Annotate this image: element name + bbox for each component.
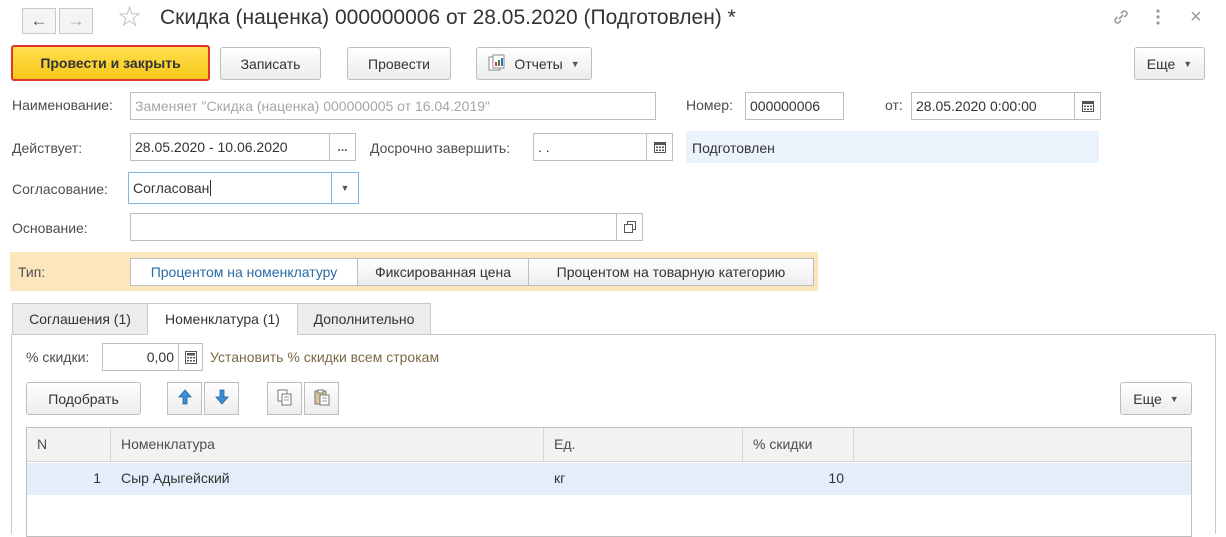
set-discount-all-link[interactable]: Установить % скидки всем строкам	[210, 349, 439, 365]
pick-button[interactable]: Подобрать	[26, 382, 141, 415]
name-label: Наименование:	[12, 97, 113, 113]
post-button[interactable]: Провести	[347, 47, 451, 80]
number-label: Номер:	[686, 97, 733, 113]
more-label: Еще	[1146, 55, 1176, 72]
approval-label: Согласование:	[12, 181, 108, 197]
column-header-unit[interactable]: Ед.	[544, 428, 743, 462]
move-down-button[interactable]	[204, 382, 239, 415]
paste-icon	[314, 389, 330, 409]
calculator-icon[interactable]	[179, 343, 203, 371]
chevron-down-icon: ▼	[1183, 58, 1193, 69]
valid-period-field[interactable]: 28.05.2020 - 10.06.2020	[130, 133, 330, 161]
link-icon[interactable]	[1112, 8, 1130, 31]
basis-field[interactable]	[130, 213, 617, 241]
chevron-down-icon: ▼	[570, 58, 580, 69]
more-vertical-icon[interactable]	[1155, 8, 1161, 31]
forward-button[interactable]: →	[59, 8, 93, 34]
type-option-percent-category[interactable]: Процентом на товарную категорию	[529, 258, 814, 286]
copy-icon	[277, 389, 293, 409]
column-header-n[interactable]: N	[27, 428, 111, 462]
calendar-icon[interactable]	[647, 133, 673, 161]
date-label: от:	[885, 97, 903, 113]
arrow-left-icon: ←	[30, 11, 48, 30]
column-header-discount[interactable]: % скидки	[743, 428, 854, 462]
back-button[interactable]: ←	[22, 8, 56, 34]
approval-value: Согласован	[133, 180, 210, 196]
save-button[interactable]: Записать	[220, 47, 321, 80]
move-up-button[interactable]	[167, 382, 202, 415]
more-button[interactable]: Еще ▼	[1134, 47, 1205, 80]
arrow-up-icon	[177, 389, 192, 408]
paste-button[interactable]	[304, 382, 339, 415]
more-label: Еще	[1133, 390, 1162, 407]
valid-label: Действует:	[12, 140, 83, 156]
row-item: Сыр Адыгейский	[121, 470, 230, 486]
column-header-nomenclature[interactable]: Номенклатура	[111, 428, 544, 462]
type-option-fixed-price[interactable]: Фиксированная цена	[358, 258, 529, 286]
status-badge: Подготовлен	[686, 131, 1099, 163]
reports-label: Отчеты	[514, 55, 563, 72]
table-header: N Номенклатура Ед. % скидки	[27, 428, 1191, 462]
nomenclature-table: N Номенклатура Ед. % скидки 1 Сыр Адыгей…	[26, 427, 1192, 537]
copy-button[interactable]	[267, 382, 302, 415]
reports-button[interactable]: Отчеты ▼	[476, 47, 592, 80]
chevron-down-icon[interactable]: ▼	[331, 172, 359, 204]
calendar-icon[interactable]	[1075, 92, 1101, 120]
arrow-down-icon	[214, 389, 229, 408]
row-number: 1	[93, 470, 101, 486]
window-title: Скидка (наценка) 000000006 от 28.05.2020…	[160, 6, 736, 29]
basis-label: Основание:	[12, 220, 88, 236]
name-field[interactable]: Заменяет "Скидка (наценка) 000000005 от …	[130, 92, 656, 120]
period-select-button[interactable]: ...	[330, 133, 356, 161]
approval-select[interactable]: Согласован	[128, 172, 331, 204]
early-end-field[interactable]: . .	[533, 133, 647, 161]
date-field[interactable]: 28.05.2020 0:00:00	[911, 92, 1075, 120]
discount-label: % скидки:	[26, 349, 90, 365]
table-row[interactable]: 1 Сыр Адыгейский кг 10	[27, 463, 1191, 495]
tab-additional[interactable]: Дополнительно	[297, 303, 431, 335]
open-icon[interactable]	[617, 213, 643, 241]
row-unit: кг	[554, 470, 566, 486]
discount-field[interactable]: 0,00	[102, 343, 179, 371]
close-icon[interactable]: ×	[1190, 6, 1202, 29]
type-option-percent-nomenclature[interactable]: Процентом на номенклатуру	[130, 258, 358, 286]
post-and-close-button[interactable]: Провести и закрыть	[11, 45, 210, 81]
type-label: Тип:	[18, 264, 46, 280]
reports-icon	[488, 54, 506, 74]
table-more-button[interactable]: Еще ▼	[1120, 382, 1192, 415]
tab-nomenclature[interactable]: Номенклатура (1)	[147, 303, 298, 335]
arrow-right-icon: →	[67, 11, 85, 30]
tab-agreements[interactable]: Соглашения (1)	[12, 303, 148, 335]
early-end-label: Досрочно завершить:	[370, 140, 511, 156]
row-discount: 10	[828, 470, 844, 486]
chevron-down-icon: ▼	[1169, 393, 1179, 404]
number-field[interactable]: 000000006	[745, 92, 844, 120]
favorite-star-icon[interactable]: ☆	[117, 3, 142, 31]
